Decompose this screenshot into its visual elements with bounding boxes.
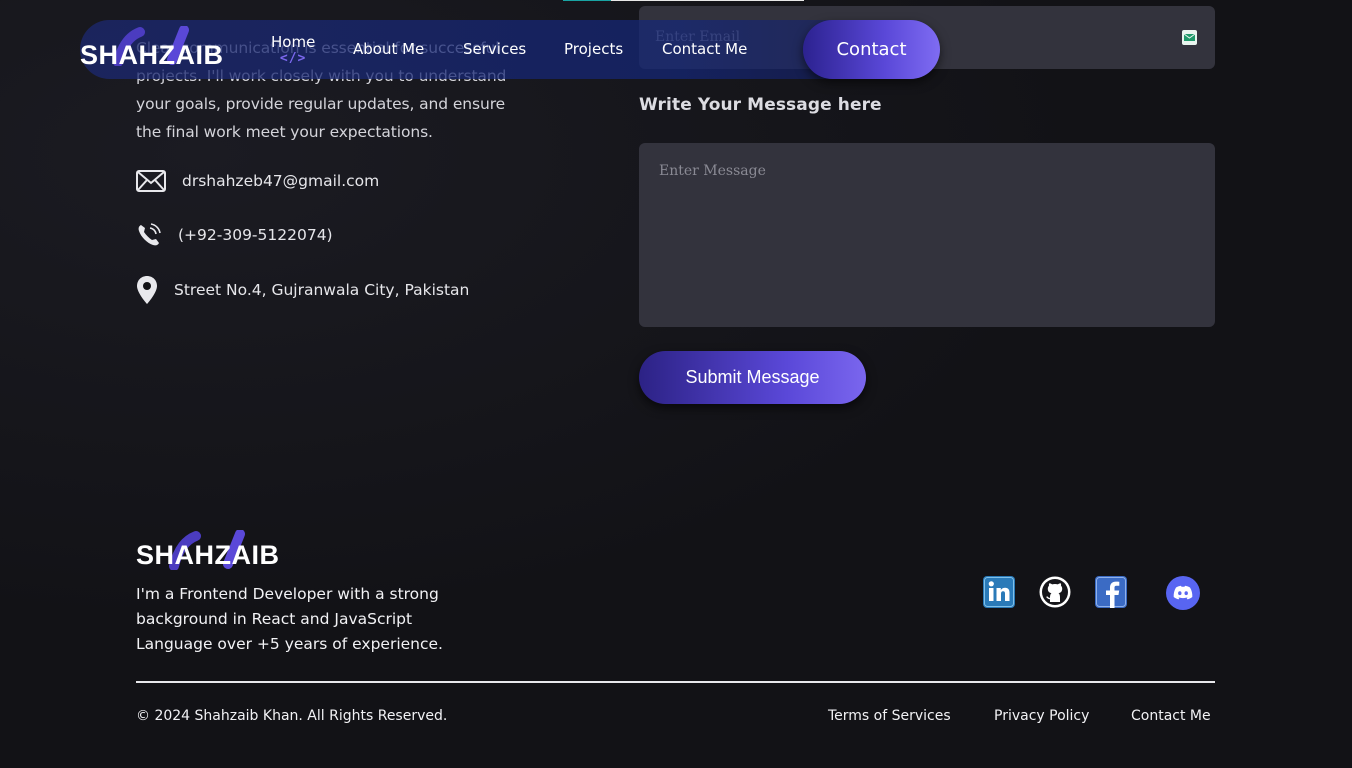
footer-brand-logo[interactable]: SHAHZAIB [136,530,296,576]
submit-message-button[interactable]: Submit Message [639,351,866,404]
envelope-icon [136,170,166,192]
copyright-text: © 2024 Shahzaib Khan. All Rights Reserve… [136,708,448,724]
facebook-icon[interactable] [1095,576,1127,608]
nav-contact-me[interactable]: Contact Me [662,40,747,58]
nav-projects[interactable]: Projects [564,40,623,58]
navbar: SHAHZAIB Home </> About Me Services Proj… [80,20,940,79]
nav-home[interactable]: Home </> [271,33,315,65]
contact-button[interactable]: Contact [803,20,940,79]
footer-brand-name: SHAHZAIB [136,540,280,570]
map-pin-icon [136,275,158,305]
footer-divider [136,681,1215,683]
github-icon[interactable] [1039,576,1071,608]
contact-address-row: Street No.4, Gujranwala City, Pakistan [136,275,469,305]
contact-email: drshahzeb47@gmail.com [182,172,380,190]
nav-services[interactable]: Services [463,40,526,58]
contact-phone: (+92-309-5122074) [178,226,333,244]
contact-email-row: drshahzeb47@gmail.com [136,170,379,192]
footer-link-privacy[interactable]: Privacy Policy [994,708,1089,724]
phone-icon [136,222,162,248]
brand-logo[interactable]: SHAHZAIB [80,26,240,76]
nav-about-me[interactable]: About Me [353,40,424,58]
linkedin-icon[interactable] [983,576,1015,608]
contact-phone-row: (+92-309-5122074) [136,222,333,248]
contact-address: Street No.4, Gujranwala City, Pakistan [174,281,470,299]
mail-badge-icon [1182,30,1197,45]
message-textarea[interactable] [639,143,1215,327]
code-brackets-icon: </> [279,51,307,66]
scroll-accent-line [563,0,804,1]
message-label: Write Your Message here [639,95,882,115]
footer-bio: I'm a Frontend Developer with a strong b… [136,585,443,653]
nav-home-label: Home [271,33,316,51]
footer-link-contact-me[interactable]: Contact Me [1131,708,1211,724]
discord-icon[interactable] [1166,576,1200,610]
footer-link-terms[interactable]: Terms of Services [828,708,951,724]
brand-name: SHAHZAIB [80,40,224,70]
